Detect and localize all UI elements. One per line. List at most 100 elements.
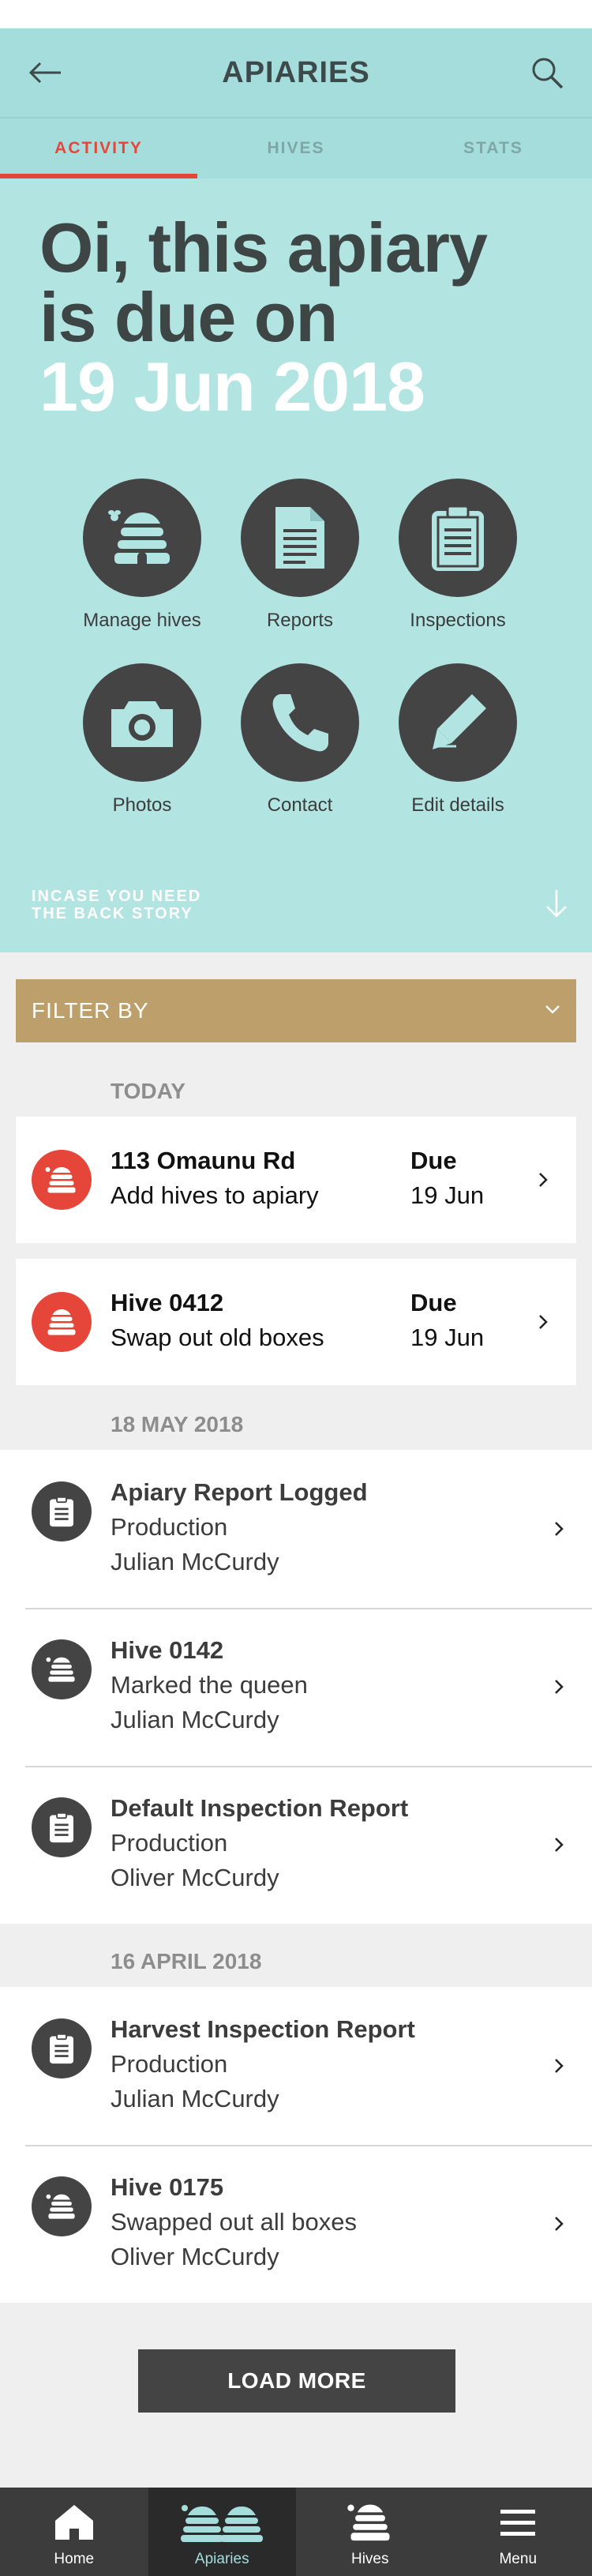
phone-icon xyxy=(241,663,359,782)
edit-details-button[interactable]: Edit details xyxy=(379,663,537,817)
backstory-label: INCASE YOU NEED THE BACK STORY xyxy=(32,888,284,922)
page-title: APIARIES xyxy=(222,55,370,89)
due-label: Due xyxy=(410,1147,457,1174)
bottom-nav: Home Apiaries Hives Menu xyxy=(0,2488,592,2576)
nav-apiaries-label: Apiaries xyxy=(194,2551,249,2567)
item-title: Harvest Inspection Report xyxy=(111,2015,415,2043)
load-more-button[interactable]: LOAD MORE xyxy=(138,2349,455,2413)
document-icon xyxy=(241,479,359,597)
nav-hives-label: Hives xyxy=(350,2551,389,2567)
photos-label: Photos xyxy=(112,794,172,816)
nav-menu[interactable]: Menu xyxy=(444,2488,592,2576)
nav-home[interactable]: Home xyxy=(0,2488,148,2576)
nav-apiaries[interactable]: Apiaries xyxy=(148,2488,296,2576)
activity-group-april: Harvest Inspection Report Production Jul… xyxy=(0,1987,592,2303)
contact-button[interactable]: Contact xyxy=(221,663,379,817)
item-person: Julian McCurdy xyxy=(111,1548,279,1575)
reports-label: Reports xyxy=(266,610,334,631)
search-icon[interactable] xyxy=(529,54,565,91)
item-person: Oliver McCurdy xyxy=(111,2243,279,2270)
due-label: Due xyxy=(410,1289,457,1316)
list-item[interactable]: Harvest Inspection Report Production Jul… xyxy=(0,1987,592,2145)
inspections-button[interactable]: Inspections xyxy=(379,479,537,632)
app-header: APIARIES xyxy=(0,28,592,117)
menu-icon xyxy=(500,2499,536,2546)
edit-details-label: Edit details xyxy=(411,794,504,816)
item-subtitle: Production xyxy=(111,1829,228,1857)
item-title: Default Inspection Report xyxy=(111,1794,409,1822)
manage-hives-label: Manage hives xyxy=(83,610,201,631)
due-date: 19 Jun xyxy=(410,1181,485,1209)
due-headline: Oi, this apiary is due on 19 Jun 2018 xyxy=(39,208,488,426)
pencil-icon xyxy=(399,663,517,782)
list-item[interactable]: Hive 0142 Marked the queen Julian McCurd… xyxy=(0,1608,592,1766)
manage-hives-button[interactable]: Manage hives xyxy=(63,479,221,632)
nav-home-label: Home xyxy=(54,2551,95,2567)
item-subtitle: Swapped out all boxes xyxy=(111,2208,357,2236)
clipboard-icon xyxy=(399,479,517,597)
due-date: 19 Jun xyxy=(410,1324,485,1351)
list-item[interactable]: Hive 0412 Swap out old boxes Due 19 Jun xyxy=(16,1259,576,1385)
chevron-down-icon xyxy=(545,1004,560,1018)
photos-button[interactable]: Photos xyxy=(63,663,221,817)
arrow-left-icon[interactable] xyxy=(27,54,63,91)
chevron-right-icon xyxy=(538,1312,554,1331)
item-subtitle: Swap out old boxes xyxy=(111,1324,324,1351)
tab-activity[interactable]: ACTIVITY xyxy=(0,118,197,178)
apiaries-icon xyxy=(178,2499,265,2546)
beehive-icon xyxy=(345,2499,395,2546)
item-title: Hive 0412 xyxy=(111,1289,224,1316)
section-heading-may: 18 MAY 2018 xyxy=(111,1412,244,1436)
action-grid: Manage hives Reports Inspections Photos … xyxy=(63,479,537,817)
headline-line-1: Oi, this apiary xyxy=(39,208,488,287)
item-person: Julian McCurdy xyxy=(111,2085,279,2112)
beehive-icon xyxy=(32,2176,92,2236)
home-icon xyxy=(54,2499,95,2546)
clipboard-icon xyxy=(32,1797,92,1857)
section-heading-today: TODAY xyxy=(111,1079,185,1103)
chevron-right-icon xyxy=(554,1677,570,1696)
arrow-down-icon xyxy=(545,888,568,922)
chevron-right-icon xyxy=(538,1170,554,1189)
item-subtitle: Add hives to apiary xyxy=(111,1181,319,1209)
tab-hives[interactable]: HIVES xyxy=(197,118,395,178)
chevron-right-icon xyxy=(554,1519,570,1538)
item-title: Apiary Report Logged xyxy=(111,1478,368,1506)
contact-label: Contact xyxy=(267,794,333,816)
tab-stats[interactable]: STATS xyxy=(395,118,592,178)
nav-menu-label: Menu xyxy=(499,2551,538,2567)
status-bar xyxy=(0,0,592,28)
item-title: 113 Omaunu Rd xyxy=(111,1147,296,1174)
backstory-toggle[interactable]: INCASE YOU NEED THE BACK STORY xyxy=(32,888,568,922)
reports-button[interactable]: Reports xyxy=(221,479,379,632)
clipboard-icon xyxy=(32,2018,92,2078)
chevron-right-icon xyxy=(554,2056,570,2075)
list-item[interactable]: 113 Omaunu Rd Add hives to apiary Due 19… xyxy=(16,1117,576,1243)
beehive-alert-icon xyxy=(32,1292,92,1352)
headline-date: 19 Jun 2018 xyxy=(39,347,425,426)
beehive-icon xyxy=(83,479,201,597)
item-title: Hive 0142 xyxy=(111,1636,224,1664)
headline-line-2: is due on xyxy=(39,278,338,356)
item-title: Hive 0175 xyxy=(111,2173,224,2201)
nav-hives[interactable]: Hives xyxy=(296,2488,444,2576)
chevron-right-icon xyxy=(554,1835,570,1854)
chevron-right-icon xyxy=(554,2214,570,2233)
list-item[interactable]: Apiary Report Logged Production Julian M… xyxy=(0,1450,592,1608)
tab-bar: ACTIVITY HIVES STATS xyxy=(0,117,592,178)
item-person: Oliver McCurdy xyxy=(111,1864,279,1891)
beehive-icon xyxy=(32,1639,92,1699)
filter-dropdown[interactable]: FILTER BY xyxy=(16,979,576,1042)
activity-group-may: Apiary Report Logged Production Julian M… xyxy=(0,1450,592,1924)
item-subtitle: Production xyxy=(111,1513,228,1541)
item-subtitle: Marked the queen xyxy=(111,1671,308,1699)
backstory-line-1: INCASE YOU NEED xyxy=(32,888,202,905)
backstory-line-2: THE BACK STORY xyxy=(32,905,193,922)
section-heading-april: 16 APRIL 2018 xyxy=(111,1949,262,1973)
hero-panel: Oi, this apiary is due on 19 Jun 2018 Ma… xyxy=(0,178,592,952)
filter-label: FILTER BY xyxy=(32,998,149,1023)
clipboard-icon xyxy=(32,1481,92,1541)
list-item[interactable]: Hive 0175 Swapped out all boxes Oliver M… xyxy=(0,2145,592,2303)
list-item[interactable]: Default Inspection Report Production Oli… xyxy=(0,1766,592,1924)
camera-icon xyxy=(83,663,201,782)
